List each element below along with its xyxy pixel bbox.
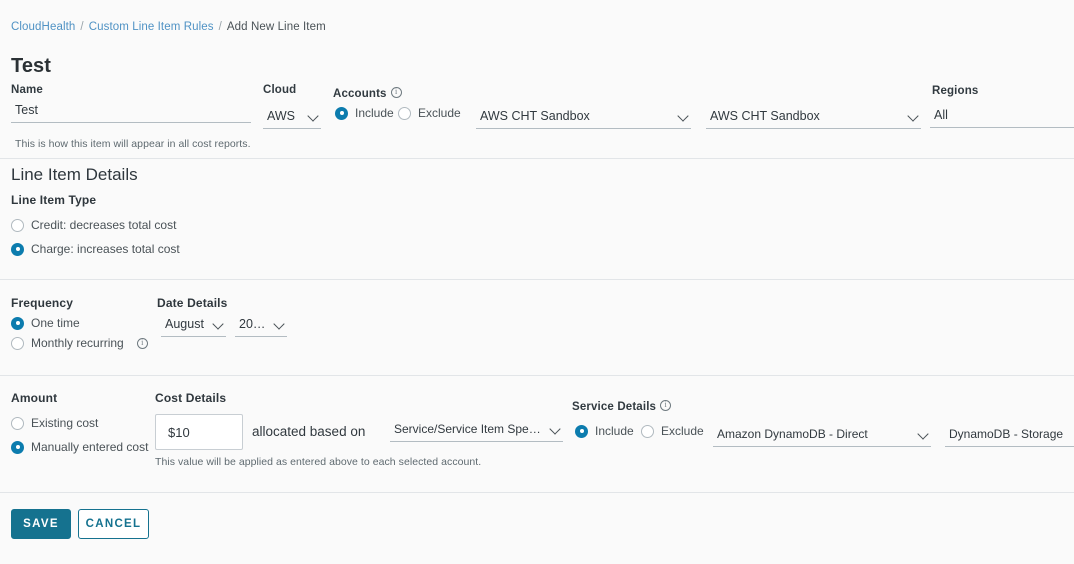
chevron-down-icon xyxy=(308,111,319,122)
radio-indicator xyxy=(11,416,24,430)
accounts-label-group: Accounts xyxy=(333,84,402,102)
service-exclude-radio[interactable]: Exclude xyxy=(641,424,704,438)
chevron-down-icon xyxy=(274,319,285,330)
service-secondary-value: DynamoDB - Storage xyxy=(949,427,1064,441)
regions-input[interactable] xyxy=(930,106,1074,128)
month-select-value: August xyxy=(165,317,204,331)
line-item-details-heading: Line Item Details xyxy=(11,165,138,184)
cloud-select-value: AWS xyxy=(267,109,296,123)
cloud-label: Cloud xyxy=(263,84,297,96)
breadcrumb-item-custom-line-item-rules[interactable]: Custom Line Item Rules xyxy=(89,21,214,33)
allocation-basis-select[interactable]: Service/Service Item Spend xyxy=(390,420,563,442)
allocated-based-on-text: allocated based on xyxy=(252,424,366,439)
line-item-type-charge-radio[interactable]: Charge: increases total cost xyxy=(11,242,180,256)
name-input[interactable] xyxy=(11,101,251,123)
info-icon[interactable] xyxy=(660,399,672,411)
breadcrumb-item-add-new-line-item: Add New Line Item xyxy=(226,21,326,33)
section-divider xyxy=(0,492,1074,493)
custom-line-item-form-page: CloudHealth / Custom Line Item Rules / A… xyxy=(0,0,1074,564)
cost-details-label: Cost Details xyxy=(155,391,227,405)
line-item-type-credit-radio[interactable]: Credit: decreases total cost xyxy=(11,218,176,232)
frequency-one-time-radio[interactable]: One time xyxy=(11,316,80,330)
frequency-monthly-recurring-label: Monthly recurring xyxy=(31,336,124,350)
line-item-type-charge-label: Charge: increases total cost xyxy=(31,242,180,256)
cloud-select[interactable]: AWS xyxy=(263,107,321,129)
date-details-label: Date Details xyxy=(157,296,228,310)
amount-label: Amount xyxy=(11,391,58,405)
service-exclude-label: Exclude xyxy=(661,424,704,438)
account-secondary-value: AWS CHT Sandbox xyxy=(710,109,820,123)
section-divider xyxy=(0,375,1074,376)
radio-indicator xyxy=(11,336,24,350)
chevron-down-icon xyxy=(908,111,919,122)
section-divider xyxy=(0,279,1074,280)
allocation-basis-value: Service/Service Item Spend xyxy=(394,422,542,436)
amount-manually-entered-cost-label: Manually entered cost xyxy=(31,440,149,454)
amount-existing-cost-label: Existing cost xyxy=(31,416,99,430)
accounts-exclude-radio[interactable]: Exclude xyxy=(398,106,461,120)
breadcrumb-separator: / xyxy=(80,21,84,33)
frequency-one-time-label: One time xyxy=(31,316,80,330)
year-select[interactable]: 2021 xyxy=(235,315,287,337)
name-helper-text: This is how this item will appear in all… xyxy=(15,138,251,150)
radio-indicator xyxy=(335,106,348,120)
radio-indicator xyxy=(11,440,24,454)
service-details-label: Service Details xyxy=(572,401,657,413)
radio-indicator xyxy=(11,316,24,330)
service-primary-select[interactable]: Amazon DynamoDB - Direct xyxy=(713,425,931,447)
accounts-exclude-label: Exclude xyxy=(418,106,461,120)
line-item-type-credit-label: Credit: decreases total cost xyxy=(31,218,177,232)
frequency-monthly-recurring-radio[interactable]: Monthly recurring xyxy=(11,336,148,350)
accounts-include-label: Include xyxy=(355,106,394,120)
radio-indicator xyxy=(398,106,411,120)
info-icon[interactable] xyxy=(390,86,402,98)
chevron-down-icon xyxy=(550,424,561,435)
section-divider xyxy=(0,158,1074,159)
service-secondary-select[interactable]: DynamoDB - Storage xyxy=(945,425,1074,447)
page-title: Test xyxy=(11,55,52,78)
regions-label: Regions xyxy=(932,85,979,97)
breadcrumb: CloudHealth / Custom Line Item Rules / A… xyxy=(11,21,326,33)
name-label: Name xyxy=(11,84,43,96)
breadcrumb-item-cloudhealth[interactable]: CloudHealth xyxy=(11,21,75,33)
amount-existing-cost-radio[interactable]: Existing cost xyxy=(11,416,98,430)
amount-manually-entered-cost-radio[interactable]: Manually entered cost xyxy=(11,440,148,454)
radio-indicator xyxy=(575,424,588,438)
cost-details-helper-text: This value will be applied as entered ab… xyxy=(155,456,482,468)
breadcrumb-separator: / xyxy=(218,21,222,33)
service-include-label: Include xyxy=(595,424,634,438)
line-item-type-label: Line Item Type xyxy=(11,193,97,207)
accounts-include-radio[interactable]: Include xyxy=(335,106,394,120)
month-select[interactable]: August xyxy=(161,315,226,337)
cost-amount-input[interactable]: $10 xyxy=(155,414,243,450)
accounts-label: Accounts xyxy=(333,88,387,100)
account-primary-value: AWS CHT Sandbox xyxy=(480,109,590,123)
chevron-down-icon xyxy=(918,429,929,440)
service-include-radio[interactable]: Include xyxy=(575,424,634,438)
frequency-label: Frequency xyxy=(11,296,74,310)
chevron-down-icon xyxy=(678,111,689,122)
radio-indicator xyxy=(11,218,24,232)
cancel-button[interactable]: CANCEL xyxy=(78,509,149,539)
service-primary-value: Amazon DynamoDB - Direct xyxy=(717,427,868,441)
radio-indicator xyxy=(11,242,24,256)
save-button[interactable]: SAVE xyxy=(11,509,71,539)
year-select-value: 2021 xyxy=(239,317,266,331)
info-icon[interactable] xyxy=(136,337,148,349)
service-details-label-group: Service Details xyxy=(572,397,672,415)
radio-indicator xyxy=(641,424,654,438)
account-secondary-select[interactable]: AWS CHT Sandbox xyxy=(706,107,921,129)
chevron-down-icon xyxy=(213,319,224,330)
account-primary-select[interactable]: AWS CHT Sandbox xyxy=(476,107,691,129)
